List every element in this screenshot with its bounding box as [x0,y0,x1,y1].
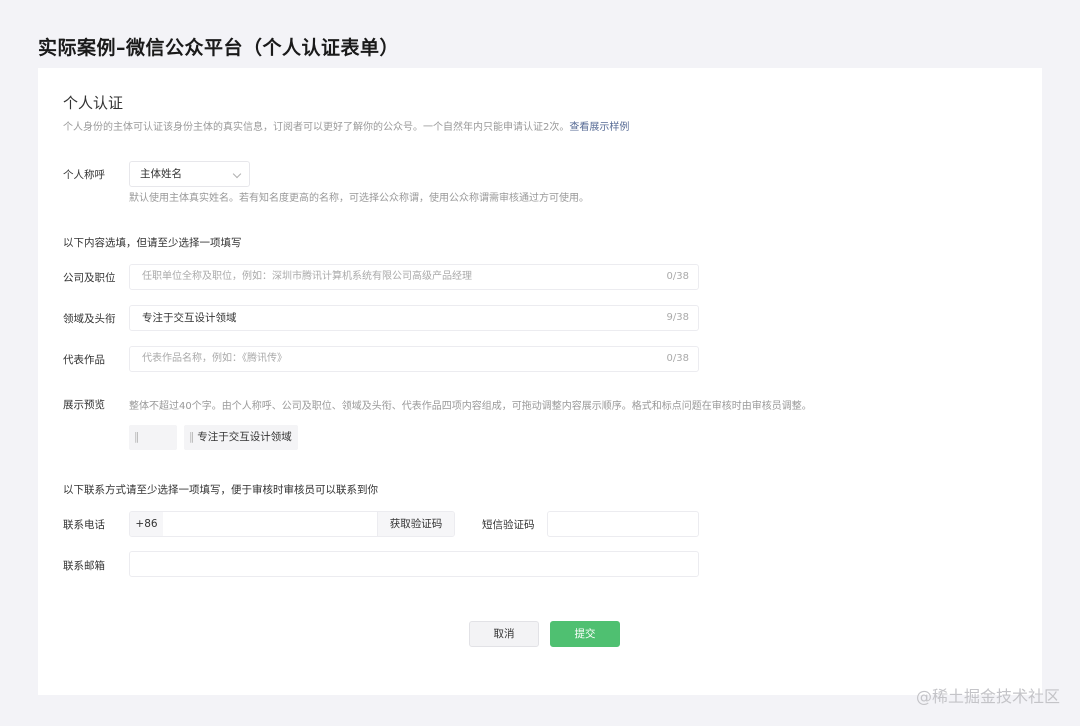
view-example-link[interactable]: 查看展示样例 [569,122,629,133]
preview-hint: 整体不超过40个字。由个人称呼、公司及职位、领域及头衔、代表作品四项内容组成，可… [129,401,812,412]
domain-value: 专注于交互设计领域 [142,312,237,324]
phone-country-code: +86 [130,512,163,536]
get-code-button[interactable]: 获取验证码 [377,512,454,536]
watermark: @稀土掘金技术社区 [915,687,1060,706]
works-label: 代表作品 [63,354,105,366]
section-description: 个人身份的主体可认证该身份主体的真实信息，订阅者可以更好了解你的公众号。一个自然… [63,118,629,133]
domain-input[interactable]: 专注于交互设计领域 9/38 [129,305,699,331]
submit-button[interactable]: 提交 [550,621,620,647]
phone-input-group: +86 获取验证码 [129,511,455,537]
certification-form-card: 个人认证 个人身份的主体可认证该身份主体的真实信息，订阅者可以更好了解你的公众号… [38,68,1042,695]
preview-label: 展示预览 [63,399,105,411]
salutation-selected-value: 主体姓名 [140,168,182,180]
phone-label: 联系电话 [63,519,105,531]
works-char-count: 0/38 [666,353,689,364]
salutation-select[interactable]: 主体姓名 [129,161,250,187]
domain-label: 领域及头衔 [63,313,116,325]
preview-chip-domain[interactable]: ‖ 专注于交互设计领域 [184,425,298,450]
section-description-text: 个人身份的主体可认证该身份主体的真实信息，订阅者可以更好了解你的公众号。一个自然… [63,122,570,133]
company-label: 公司及职位 [63,272,116,284]
works-placeholder: 代表作品名称，例如：《腾讯传》 [142,353,287,364]
phone-input[interactable] [164,512,376,536]
email-label: 联系邮箱 [63,560,105,572]
preview-chip-empty[interactable]: ‖ [129,425,177,450]
preview-chip-text: 专注于交互设计领域 [197,431,292,443]
salutation-hint: 默认使用主体真实姓名。若有知名度更高的名称，可选择公众称谓，使用公众称谓需审核通… [129,193,589,204]
page-title: 实际案例–微信公众平台（个人认证表单） [38,37,400,59]
email-input[interactable] [129,551,699,577]
chevron-down-icon [232,169,242,179]
cancel-button[interactable]: 取消 [469,621,539,647]
salutation-label: 个人称呼 [63,169,105,181]
section-title: 个人认证 [63,94,124,112]
sms-code-input[interactable] [547,511,699,537]
company-char-count: 0/38 [666,271,689,282]
contact-group-title: 以下联系方式请至少选择一项填写，便于审核时审核员可以联系到你 [63,484,378,496]
company-placeholder: 任职单位全称及职位，例如：深圳市腾讯计算机系统有限公司高级产品经理 [142,271,472,282]
optional-group-title: 以下内容选填，但请至少选择一项填写 [63,237,242,249]
drag-handle-icon[interactable]: ‖ [134,431,139,443]
works-input[interactable]: 代表作品名称，例如：《腾讯传》 0/38 [129,346,699,372]
company-input[interactable]: 任职单位全称及职位，例如：深圳市腾讯计算机系统有限公司高级产品经理 0/38 [129,264,699,290]
drag-handle-icon[interactable]: ‖ [189,431,194,443]
sms-code-label: 短信验证码 [482,519,535,531]
domain-char-count: 9/38 [666,312,689,323]
